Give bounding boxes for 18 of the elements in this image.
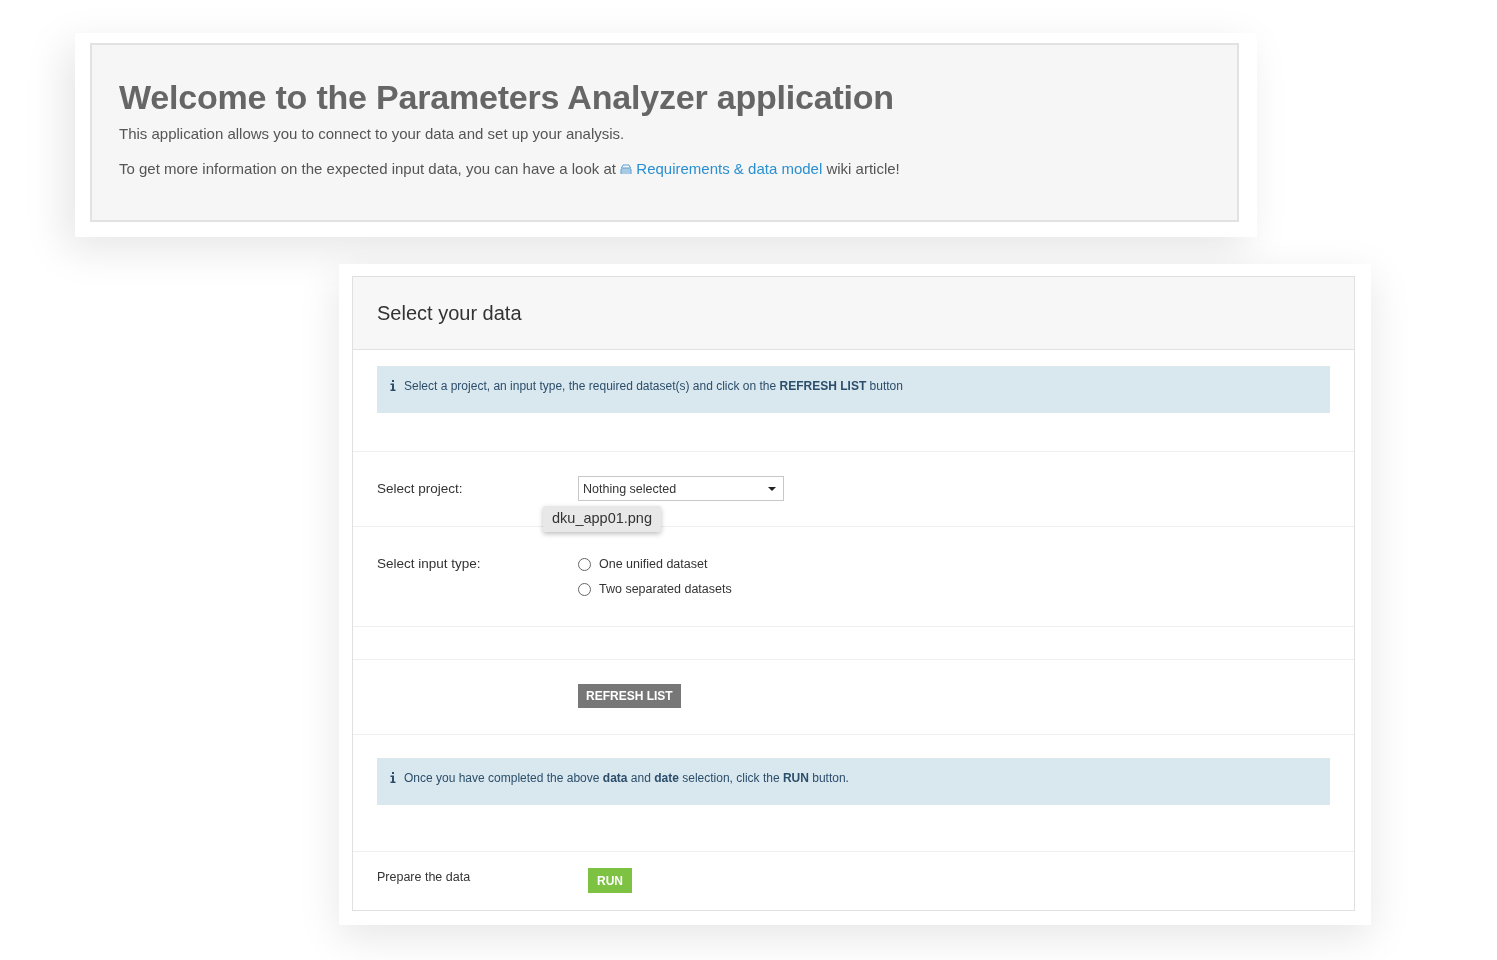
info-text: Once you have completed the above data and date selection, click the RUN button. xyxy=(404,770,849,785)
panel-title: Select your data xyxy=(377,301,522,325)
archive-icon xyxy=(620,164,633,175)
field-label: Select project: xyxy=(377,481,464,496)
project-dropdown[interactable]: Nothing selected xyxy=(578,476,784,501)
radio-option[interactable]: One unified dataset xyxy=(578,555,732,573)
welcome-title: Welcome to the Parameters Analyzer application xyxy=(119,77,895,117)
info-icon xyxy=(390,380,396,391)
tooltip: dku_app01.png xyxy=(543,506,661,532)
intro-text: This application allows you to connect to your data and set up your analysis. xyxy=(119,124,626,144)
field-label: Select input type: xyxy=(377,556,482,571)
info-icon xyxy=(390,772,396,783)
more-info-text: To get more information on the expected input data, you can have a look at Requirements & data model wiki article! xyxy=(119,159,901,179)
caret-icon xyxy=(768,486,776,491)
info-text: Select a project, an input type, the required dataset(s) and click on the REFRESH LIST button xyxy=(404,378,903,393)
field-label: Prepare the data xyxy=(377,870,472,884)
refresh-list-button[interactable]: REFRESH LIST xyxy=(578,684,681,708)
radio-option[interactable]: Two separated datasets xyxy=(578,580,732,598)
